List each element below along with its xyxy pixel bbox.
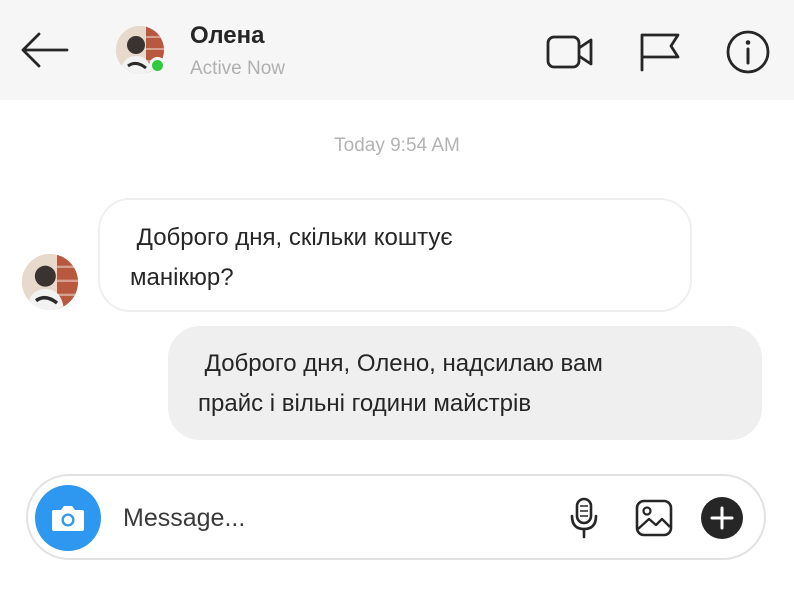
gallery-icon	[635, 499, 673, 537]
message-composer	[26, 474, 766, 560]
video-call-button[interactable]	[546, 28, 594, 76]
video-call-icon	[546, 35, 593, 69]
contact-status: Active Now	[190, 58, 286, 79]
conversation-timestamp: Today 9:54 AM	[334, 135, 460, 156]
incoming-message-bubble[interactable]: Доброго дня, скільки коштує манікюр?	[98, 198, 692, 312]
plus-icon	[701, 497, 743, 539]
report-flag-icon	[640, 33, 680, 72]
outgoing-message-bubble[interactable]: Доброго дня, Олено, надсилаю вам прайс і…	[168, 326, 762, 440]
contact-avatar[interactable]	[116, 26, 166, 74]
sender-avatar[interactable]	[22, 254, 78, 310]
report-button[interactable]	[636, 28, 684, 76]
back-button[interactable]	[18, 28, 70, 72]
back-arrow-icon	[21, 32, 69, 68]
contact-name[interactable]: Олена	[190, 22, 264, 50]
chat-header: Олена Active Now	[0, 0, 794, 100]
info-button[interactable]	[724, 28, 772, 76]
online-status-dot	[149, 57, 166, 74]
gallery-button[interactable]	[630, 494, 678, 542]
voice-message-button[interactable]	[560, 494, 608, 542]
camera-icon	[52, 506, 84, 531]
info-icon	[726, 30, 770, 74]
avatar-photo	[22, 254, 78, 310]
camera-button[interactable]	[35, 485, 101, 551]
microphone-icon	[570, 497, 598, 539]
more-options-button[interactable]	[698, 494, 746, 542]
message-input[interactable]	[123, 496, 523, 540]
